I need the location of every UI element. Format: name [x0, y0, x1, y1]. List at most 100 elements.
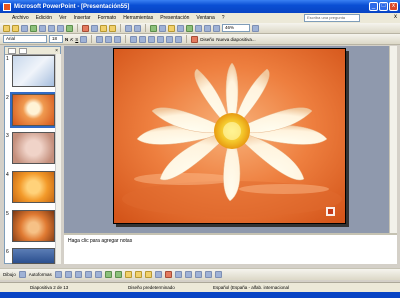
align-right-icon[interactable] [114, 35, 122, 43]
slide-thumb-number: 3 [6, 133, 9, 139]
status-design: Diseño predeterminado [128, 285, 175, 290]
separator [186, 35, 188, 43]
arrow-icon[interactable] [64, 271, 72, 278]
workspace-scrollbar[interactable] [389, 46, 397, 233]
copy-icon[interactable] [91, 24, 98, 32]
insert-image-icon[interactable] [168, 24, 175, 32]
current-slide[interactable] [113, 48, 346, 224]
decrease-indent-icon[interactable] [166, 35, 174, 43]
shadow-style-icon[interactable] [204, 271, 212, 278]
outline-tab[interactable] [8, 47, 16, 54]
color-grayscale-icon[interactable] [213, 24, 220, 32]
diagram-icon[interactable] [114, 271, 122, 278]
menu-edicion[interactable]: Edición [36, 15, 52, 21]
save-icon[interactable] [21, 24, 28, 32]
slides-tab[interactable] [19, 47, 27, 54]
print-preview-icon[interactable] [57, 24, 64, 32]
insert-chart-icon[interactable] [150, 24, 157, 32]
slide-thumbnail[interactable] [12, 210, 55, 242]
decrease-font-icon[interactable] [157, 35, 165, 43]
slide-thumbnail[interactable] [12, 132, 55, 164]
menu-archivo[interactable]: Archivo [12, 15, 29, 21]
dash-style-icon[interactable] [184, 271, 192, 278]
menu-ventana[interactable]: Ventana [196, 15, 214, 21]
pane-close-icon[interactable]: × [55, 48, 58, 54]
standard-toolbar: 46% [0, 23, 400, 34]
slide-thumbnail[interactable] [12, 171, 55, 203]
menu-ver[interactable]: Ver [59, 15, 67, 21]
window-title: Microsoft PowerPoint - [Presentación55] [14, 3, 130, 10]
italic-button[interactable]: K [70, 37, 73, 42]
align-left-icon[interactable] [96, 35, 104, 43]
open-icon[interactable] [12, 24, 19, 32]
menu-herramientas[interactable]: Herramientas [123, 15, 153, 21]
help-search-input[interactable]: Escriba una pregunta [304, 14, 360, 22]
zoom-select[interactable]: 46% [222, 24, 250, 32]
show-formatting-icon[interactable] [195, 24, 202, 32]
print-icon[interactable] [48, 24, 55, 32]
cut-icon[interactable] [82, 24, 89, 32]
bold-button[interactable]: N [65, 37, 68, 42]
formatting-toolbar: Arial 18 N K S Diseño Nueva diapositiva.… [0, 34, 400, 45]
fill-color-icon[interactable] [144, 271, 152, 278]
arrow-style-icon[interactable] [194, 271, 202, 278]
redo-icon[interactable] [134, 24, 141, 32]
insert-table-icon[interactable] [159, 24, 166, 32]
expand-all-icon[interactable] [186, 24, 193, 32]
textbox-icon[interactable] [94, 271, 102, 278]
slide-thumbnail[interactable] [12, 55, 55, 87]
new-icon[interactable] [3, 24, 10, 32]
font-color-icon[interactable] [191, 35, 199, 43]
line-style-icon[interactable] [174, 271, 182, 278]
numbering-icon[interactable] [130, 35, 138, 43]
notes-pane[interactable]: Haga clic para agregar notas [64, 233, 397, 264]
undo-icon[interactable] [125, 24, 132, 32]
grid-icon[interactable] [204, 24, 211, 32]
design-button[interactable]: Diseño [200, 37, 214, 42]
rectangle-icon[interactable] [74, 271, 82, 278]
maximize-button[interactable]: □ [379, 2, 388, 11]
draw-menu-button[interactable]: Dibujo [3, 272, 16, 277]
bullets-icon[interactable] [139, 35, 147, 43]
slide-thumbnail[interactable] [12, 248, 55, 264]
close-button[interactable]: x [389, 2, 398, 11]
email-icon[interactable] [39, 24, 46, 32]
clipart-icon[interactable] [124, 271, 132, 278]
menu-help[interactable]: ? [222, 15, 225, 21]
new-slide-button[interactable]: Nueva diapositiva... [216, 37, 255, 42]
increase-font-icon[interactable] [148, 35, 156, 43]
menu-insertar[interactable]: Insertar [74, 15, 91, 21]
spelling-icon[interactable] [66, 24, 73, 32]
3d-style-icon[interactable] [214, 271, 222, 278]
slide-thumbnail[interactable] [10, 92, 57, 128]
menu-formato[interactable]: Formato [98, 15, 117, 21]
select-arrow-icon[interactable] [18, 271, 26, 278]
font-name-select[interactable]: Arial [3, 35, 47, 43]
slide-thumb-number: 5 [6, 211, 9, 217]
help-icon[interactable] [252, 24, 259, 32]
minimize-button[interactable]: _ [369, 2, 378, 11]
insert-diagram-icon[interactable] [177, 24, 184, 32]
font-color-draw-icon[interactable] [164, 271, 172, 278]
picture-icon[interactable] [134, 271, 142, 278]
font-size-select[interactable]: 18 [49, 35, 63, 43]
title-bar: Microsoft PowerPoint - [Presentación55] … [0, 0, 400, 13]
menu-presentacion[interactable]: Presentación [160, 15, 189, 21]
line-color-icon[interactable] [154, 271, 162, 278]
shadow-icon[interactable] [80, 35, 88, 43]
autoshapes-button[interactable]: Autoformas [29, 272, 52, 277]
underline-button[interactable]: S [75, 37, 78, 42]
increase-indent-icon[interactable] [175, 35, 183, 43]
paste-icon[interactable] [100, 24, 107, 32]
slide-thumb-number: 4 [6, 172, 9, 178]
oval-icon[interactable] [84, 271, 92, 278]
wordart-icon[interactable] [104, 271, 112, 278]
lotus-flower-image [114, 49, 345, 223]
separator [77, 24, 78, 32]
slides-pane-scrollbar[interactable] [55, 54, 61, 264]
format-painter-icon[interactable] [109, 24, 116, 32]
line-icon[interactable] [54, 271, 62, 278]
align-center-icon[interactable] [105, 35, 113, 43]
permission-icon[interactable] [30, 24, 37, 32]
doc-close-button[interactable]: x [394, 14, 397, 20]
